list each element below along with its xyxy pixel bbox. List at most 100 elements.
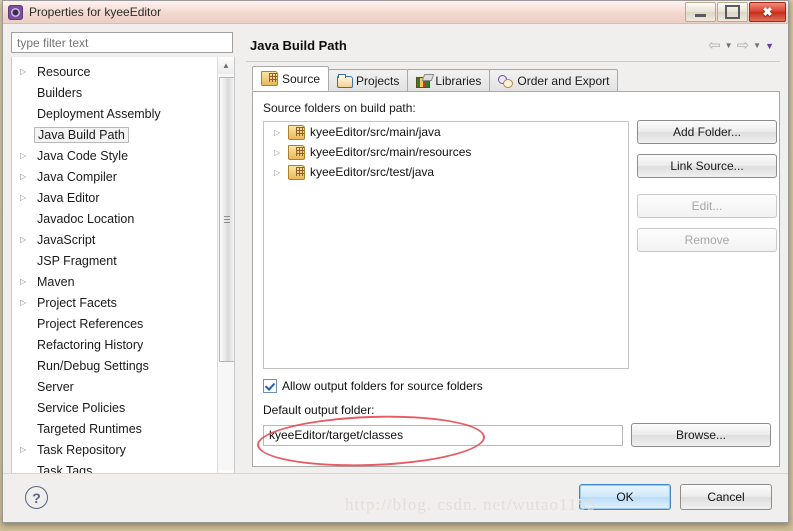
expand-arrow-icon[interactable]: ▷ [274,148,288,157]
tree-item-resource[interactable]: ▷ Resource [12,61,217,82]
dialog-footer: ? OK Cancel [3,473,788,522]
tab-label: Order and Export [517,73,610,88]
expand-arrow-icon[interactable]: ▷ [20,151,34,160]
default-output-folder-input[interactable] [263,424,623,446]
tab-libraries[interactable]: Libraries [407,69,491,91]
tree-item-task-repository[interactable]: ▷ Task Repository [12,439,217,460]
expand-arrow-icon[interactable]: ▷ [274,168,288,177]
tree-item-javadoc-location[interactable]: Javadoc Location [12,208,217,229]
sidebar-filter-area [11,32,233,53]
list-item[interactable]: ▷ kyeeEditor/src/main/java [264,122,628,142]
tree-item-label: Server [37,379,74,394]
link-source-button[interactable]: Link Source... [637,154,777,178]
dialog-footer-buttons: OK Cancel [579,484,772,510]
tree-scrollbar[interactable]: ▲ ▼ [217,57,234,487]
settings-tree[interactable]: ▷ Resource Builders Deployment Assembly J… [11,57,235,488]
question-mark-icon[interactable]: ? [25,486,48,509]
add-folder-button[interactable]: Add Folder... [637,120,777,144]
cancel-button[interactable]: Cancel [680,484,772,510]
tree-item-deployment-assembly[interactable]: Deployment Assembly [12,103,217,124]
tree-item-java-compiler[interactable]: ▷ Java Compiler [12,166,217,187]
arrow-right-icon[interactable]: ⇨ [737,38,750,53]
list-item[interactable]: ▷ kyeeEditor/src/test/java [264,162,628,182]
source-folder-icon [288,144,305,160]
maximize-button[interactable] [717,2,748,22]
tree-item-label: Java Compiler [37,169,117,184]
title-separator [246,61,780,62]
expand-arrow-icon[interactable]: ▷ [20,172,34,181]
books-icon [416,74,431,88]
back-history-chevron-down-icon[interactable]: ▼ [725,41,733,50]
gear-icon [8,4,23,20]
window-controls: ✖ [685,2,786,22]
title-bar[interactable]: Properties for kyeeEditor ✖ [3,1,788,24]
tree-item-label: Deployment Assembly [37,106,161,121]
expand-arrow-icon[interactable]: ▷ [274,128,288,137]
tree-item-java-editor[interactable]: ▷ Java Editor [12,187,217,208]
tab-order-and-export[interactable]: Order and Export [489,69,619,91]
tree-item-label: Task Repository [37,442,126,457]
tree-item-java-build-path[interactable]: Java Build Path [12,124,217,145]
source-folder-icon [288,124,305,140]
tab-source[interactable]: Source [252,66,330,91]
source-folders-list[interactable]: ▷ kyeeEditor/src/main/java ▷ kyeeEditor/… [263,121,629,369]
tree-item-maven[interactable]: ▷ Maven [12,271,217,292]
close-button[interactable]: ✖ [749,2,786,22]
source-folder-icon [288,164,305,180]
scrollbar-thumb[interactable] [219,77,234,362]
tree-item-service-policies[interactable]: Service Policies [12,397,217,418]
tree-item-label: Refactoring History [37,337,144,352]
tree-item-label: Project Facets [37,295,117,310]
tree-item-builders[interactable]: Builders [12,82,217,103]
tree-item-label: Maven [37,274,75,289]
page-nav-controls: ⇦ ▼ ⇨ ▼ ▼ [708,38,774,53]
ok-button[interactable]: OK [579,484,671,510]
tree-item-jsp-fragment[interactable]: JSP Fragment [12,250,217,271]
tree-item-server[interactable]: Server [12,376,217,397]
tree-item-java-code-style[interactable]: ▷ Java Code Style [12,145,217,166]
tree-item-run-debug-settings[interactable]: Run/Debug Settings [12,355,217,376]
tree-item-refactoring-history[interactable]: Refactoring History [12,334,217,355]
properties-dialog: Properties for kyeeEditor ✖ ▷Resource Bu… [2,0,789,523]
tree-item-javascript[interactable]: ▷ JavaScript [12,229,217,250]
expand-arrow-icon[interactable]: ▷ [20,193,34,202]
tree-item-project-facets[interactable]: ▷ Project Facets [12,292,217,313]
page-title: Java Build Path [250,38,347,53]
tab-bar: Source Projects Libraries Order and Expo… [246,66,780,91]
remove-button: Remove [637,228,777,252]
tree-item-targeted-runtimes[interactable]: Targeted Runtimes [12,418,217,439]
source-tab-panel: Source folders on build path: ▷ kyeeEdit… [252,91,780,470]
minimize-button[interactable] [685,2,716,22]
filter-input[interactable] [11,32,233,53]
view-menu-chevron-down-filled-icon[interactable]: ▼ [765,41,774,51]
tree-item-label: JavaScript [37,232,96,247]
expand-arrow-icon[interactable]: ▷ [20,277,34,286]
arrow-left-icon[interactable]: ⇦ [708,38,721,53]
scroll-up-icon[interactable]: ▲ [218,57,234,74]
tree-item-label: Project References [37,316,144,331]
expand-arrow-icon[interactable]: ▷ [20,298,34,307]
open-folder-icon [337,74,354,88]
maximize-icon [725,5,740,19]
tree-item-label: Javadoc Location [37,211,135,226]
expand-arrow-icon[interactable]: ▷ [20,445,34,454]
expand-arrow-icon[interactable]: ▷ [20,67,34,76]
tree-item-label: JSP Fragment [37,253,117,268]
tree-item-label: Service Policies [37,400,126,415]
allow-output-folders-checkbox[interactable] [263,379,277,393]
tab-projects[interactable]: Projects [328,69,409,91]
forward-history-chevron-down-icon[interactable]: ▼ [753,41,761,50]
list-item-label: kyeeEditor/src/main/java [310,125,441,139]
dialog-body: ▷Resource Builders Deployment Assembly J… [3,24,788,522]
tree-item-label: Targeted Runtimes [37,421,142,436]
source-actions: Add Folder... Link Source... Edit... Rem… [637,120,777,262]
list-item-label: kyeeEditor/src/main/resources [310,145,472,159]
allow-output-folders-row[interactable]: Allow output folders for source folders [263,379,483,393]
list-item-label: kyeeEditor/src/test/java [310,165,435,179]
expand-arrow-icon[interactable]: ▷ [20,235,34,244]
window-title: Properties for kyeeEditor [29,5,162,19]
tree-item-project-references[interactable]: Project References [12,313,217,334]
tab-label: Source [282,71,321,86]
browse-button[interactable]: Browse... [631,423,771,447]
list-item[interactable]: ▷ kyeeEditor/src/main/resources [264,142,628,162]
